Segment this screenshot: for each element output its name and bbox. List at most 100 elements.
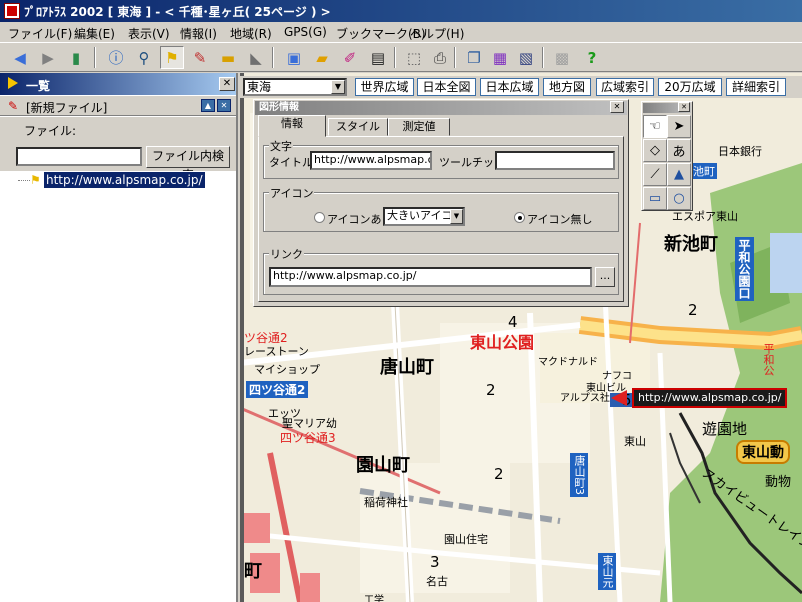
chevron-down-icon[interactable]: ▼ [331, 80, 345, 94]
map-label-enzan-jutaku: 園山住宅 [444, 533, 488, 546]
map-bookmark-tooltip[interactable]: http://www.alpsmap.co.jp/ [632, 388, 788, 408]
map-label-kara3: 唐山町3 [570, 453, 588, 497]
ruler-icon[interactable]: ◣ [244, 46, 268, 69]
menu-file[interactable]: ファイル(F) [8, 25, 72, 42]
tab-panel: 文字 タイトル: http://www.alpsmap.c ツールチップ: アイ… [258, 136, 624, 302]
selection-icon[interactable]: ⬚ [402, 46, 426, 69]
close-icon[interactable]: ✕ [678, 102, 690, 112]
close-file-icon[interactable]: ✕ [217, 99, 231, 112]
pencil-icon[interactable]: ✎ [188, 46, 212, 69]
menu-edit[interactable]: 編集(E) [74, 25, 115, 42]
map-label-mcd: マクドナルド [538, 357, 598, 368]
file-label: ファイル: [24, 124, 77, 138]
help-icon[interactable]: ? [580, 46, 604, 69]
tab-regional[interactable]: 地方図 [543, 78, 591, 96]
car-icon[interactable]: ▬ [216, 46, 240, 69]
forward-icon[interactable]: ▶ [36, 46, 60, 69]
chevron-down-icon[interactable]: ▼ [450, 209, 463, 224]
edit-icon[interactable]: ▧ [514, 46, 538, 69]
menu-view[interactable]: 表示(V) [128, 25, 170, 42]
map-label-num4: 4 [508, 313, 518, 331]
new-file-icon[interactable]: ▣ [282, 46, 306, 69]
dialog-title: 図形情報 [255, 101, 627, 115]
region-select[interactable]: 東海 ▼ [243, 78, 347, 96]
icon-off-radio[interactable] [514, 212, 525, 223]
polygon-icon[interactable]: ▲ [667, 163, 691, 186]
map-label-kaitai: 平和公 [762, 343, 775, 376]
save-icon[interactable]: ▤ [366, 46, 390, 69]
rectangle-icon[interactable]: ▭ [643, 187, 667, 210]
map-label-inari: 稲荷神社 [364, 496, 408, 509]
file-search-button[interactable]: ファイル内検索 [146, 146, 230, 182]
map-label-myshop: マイショップ [254, 363, 320, 376]
tab-detail-index[interactable]: 詳細索引 [726, 78, 786, 96]
link-input[interactable]: http://www.alpsmap.co.jp/ [269, 267, 592, 287]
map-label-kojo: 工学 [364, 595, 384, 602]
open-folder-icon[interactable]: ▰ [310, 46, 334, 69]
back-icon[interactable]: ◀ [8, 46, 32, 69]
print-icon[interactable]: ⎙ [428, 46, 452, 69]
flag-icon[interactable]: ⚑ [160, 46, 184, 69]
cursor-icon[interactable]: ➤ [667, 115, 691, 138]
icon-off-label: アイコン無し [527, 213, 593, 226]
close-icon[interactable]: ✕ [610, 101, 624, 113]
link-group-label: リンク [269, 246, 304, 262]
menu-gps[interactable]: GPS(G) [284, 25, 327, 39]
ellipse-icon[interactable]: ○ [667, 187, 691, 210]
pattern-icon[interactable]: ▦ [488, 46, 512, 69]
tab-style[interactable]: スタイル [328, 118, 388, 136]
text-icon[interactable]: あ [667, 139, 691, 162]
notepad-icon: ✎ [8, 99, 19, 113]
map-label-yuenchi: 遊園地 [702, 420, 748, 438]
map-scale-bar: 東海 ▼ 世界広域 日本全図 日本広域 地方図 広域索引 20万広域 詳細索引 [240, 76, 802, 98]
toolbar-separator [454, 47, 456, 68]
menu-region[interactable]: 地域(R) [230, 25, 272, 42]
eraser-icon[interactable]: ▮ [64, 46, 88, 69]
move-up-icon[interactable]: ▲ [201, 99, 215, 112]
toolbar: ◀ ▶ ▮ ⓘ ⚲ ⚑ ✎ ▬ ◣ ▣ ▰ ✐ ▤ ⬚ ⎙ ❐ ▦ ▧ ▩ ? [0, 42, 802, 72]
copy-icon[interactable]: ❐ [462, 46, 486, 69]
map-label-num2a: 2 [486, 381, 496, 399]
map-label-etsu: エッツ [268, 407, 301, 420]
map-label-yotsuya2: 四ツ谷通2 [246, 381, 309, 398]
map-label-machi: 町 [244, 561, 262, 582]
hand-icon[interactable]: ☜ [643, 115, 667, 138]
menu-info[interactable]: 情報(I) [180, 25, 217, 42]
toolbar-separator [272, 47, 274, 68]
eraser-icon[interactable]: ◇ [643, 139, 667, 162]
file-search-input[interactable] [16, 147, 142, 166]
tooltip-input[interactable] [495, 151, 615, 170]
map-label-karasan: 唐山町 [380, 357, 434, 378]
map-label-nippon-ginko: 日本銀行 [718, 145, 762, 158]
tab-japan-full[interactable]: 日本全図 [417, 78, 476, 96]
browse-button[interactable]: ... [595, 267, 615, 287]
tree-item[interactable]: http://www.alpsmap.co.jp/ [44, 172, 205, 188]
icon-size-select[interactable]: 大きいアイコン ▼ [383, 207, 465, 226]
map-label-east-mountain-pol: 東山 [624, 435, 646, 448]
toolbar-separator [94, 47, 96, 68]
info-icon[interactable]: ⓘ [104, 46, 128, 69]
map-label-higashiyama-moto: 東山元 [598, 553, 616, 590]
title-bar: ﾌﾟﾛｱﾄﾗｽ 2002 [ 東海 ] - < 千種･星ヶ丘( 25ページ ) … [0, 0, 802, 22]
magnifier-icon[interactable]: ⚲ [132, 46, 156, 69]
tab-japan-wide[interactable]: 日本広域 [480, 78, 539, 96]
tab-world-wide[interactable]: 世界広域 [355, 78, 414, 96]
tab-info[interactable]: 情報 [258, 115, 326, 137]
line-icon[interactable]: ⟋ [643, 163, 667, 186]
map-label-heiwa: 平和公園口 [735, 237, 754, 301]
map-label-enzan: 園山町 [356, 455, 410, 476]
pen-icon[interactable]: ✐ [338, 46, 362, 69]
list-panel-title: 一覧 [26, 79, 51, 93]
map-label-higashiyama-dobutsu: 東山動 [736, 440, 790, 464]
title-input[interactable]: http://www.alpsmap.c [310, 151, 432, 170]
tab-measure[interactable]: 測定値 [388, 118, 450, 136]
icon-on-radio[interactable] [314, 212, 325, 223]
menu-help[interactable]: ヘルプ(H) [410, 25, 464, 42]
file-header-row: ✎ [新規ファイル] ▲ ✕ [0, 96, 236, 116]
map-label-yotsuya3: 四ツ谷通3 [280, 431, 336, 445]
map-label-higashiyama-park: 東山公園 [470, 333, 535, 352]
close-icon[interactable]: ✕ [219, 77, 235, 91]
tab-wide-index[interactable]: 広域索引 [596, 78, 654, 96]
tab-200k-wide[interactable]: 20万広域 [658, 78, 722, 96]
flag-icon [8, 77, 18, 89]
